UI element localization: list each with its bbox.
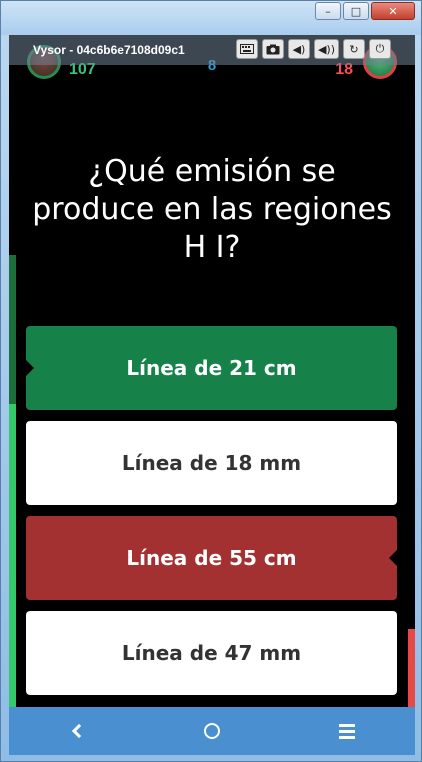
android-nav-bar: [9, 707, 415, 755]
answer-label: Línea de 18 mm: [121, 451, 302, 475]
maximize-button[interactable]: □: [343, 2, 369, 20]
menu-button[interactable]: [317, 711, 377, 751]
home-icon: [203, 723, 220, 739]
keyboard-icon[interactable]: [235, 39, 258, 59]
home-button[interactable]: [182, 711, 242, 751]
question-text: ¿Qué emisión se produce en las regiones …: [32, 154, 392, 265]
answer-option-2[interactable]: Línea de 18 mm: [26, 421, 397, 505]
vysor-toolbar: Vysor - 04c6b6e7108d09c1 ◀) ◀)) ↻ ⏻: [9, 35, 415, 65]
volume-down-icon[interactable]: ◀): [287, 39, 310, 59]
back-icon: [71, 723, 86, 739]
answer-label: Línea de 21 cm: [126, 356, 297, 380]
answer-option-3[interactable]: Línea de 55 cm: [26, 516, 398, 600]
opponent-timer-bar: [408, 629, 415, 707]
phone-screen: 107 8 18 Vysor - 04c6b6e7108d09c1 ◀) ◀))…: [9, 35, 415, 707]
player-timer-fill: [9, 404, 16, 707]
answer-label: Línea de 55 cm: [126, 546, 297, 570]
window-title-bar[interactable]: – □ ✕: [1, 1, 421, 35]
vysor-window: – □ ✕ 107 8 18 Vysor - 04c6b6e7108d09c1 …: [0, 0, 422, 762]
back-button[interactable]: [47, 711, 107, 751]
window-controls: – □ ✕: [315, 2, 415, 20]
answer-label: Línea de 47 mm: [121, 641, 302, 665]
close-button[interactable]: ✕: [371, 2, 415, 20]
camera-icon[interactable]: [261, 39, 284, 59]
minimize-button[interactable]: –: [315, 2, 341, 20]
power-icon[interactable]: ⏻: [369, 39, 391, 59]
player-timer-bar: [9, 255, 16, 707]
answer-option-1[interactable]: Línea de 21 cm: [25, 326, 397, 410]
volume-up-icon[interactable]: ◀)): [313, 39, 339, 59]
answer-option-4[interactable]: Línea de 47 mm: [26, 611, 397, 695]
rotate-icon[interactable]: ↻: [343, 39, 365, 59]
menu-icon: [339, 723, 356, 739]
vysor-tools: ◀) ◀)) ↻ ⏻: [235, 39, 391, 59]
window-title: Vysor - 04c6b6e7108d09c1: [33, 43, 185, 57]
